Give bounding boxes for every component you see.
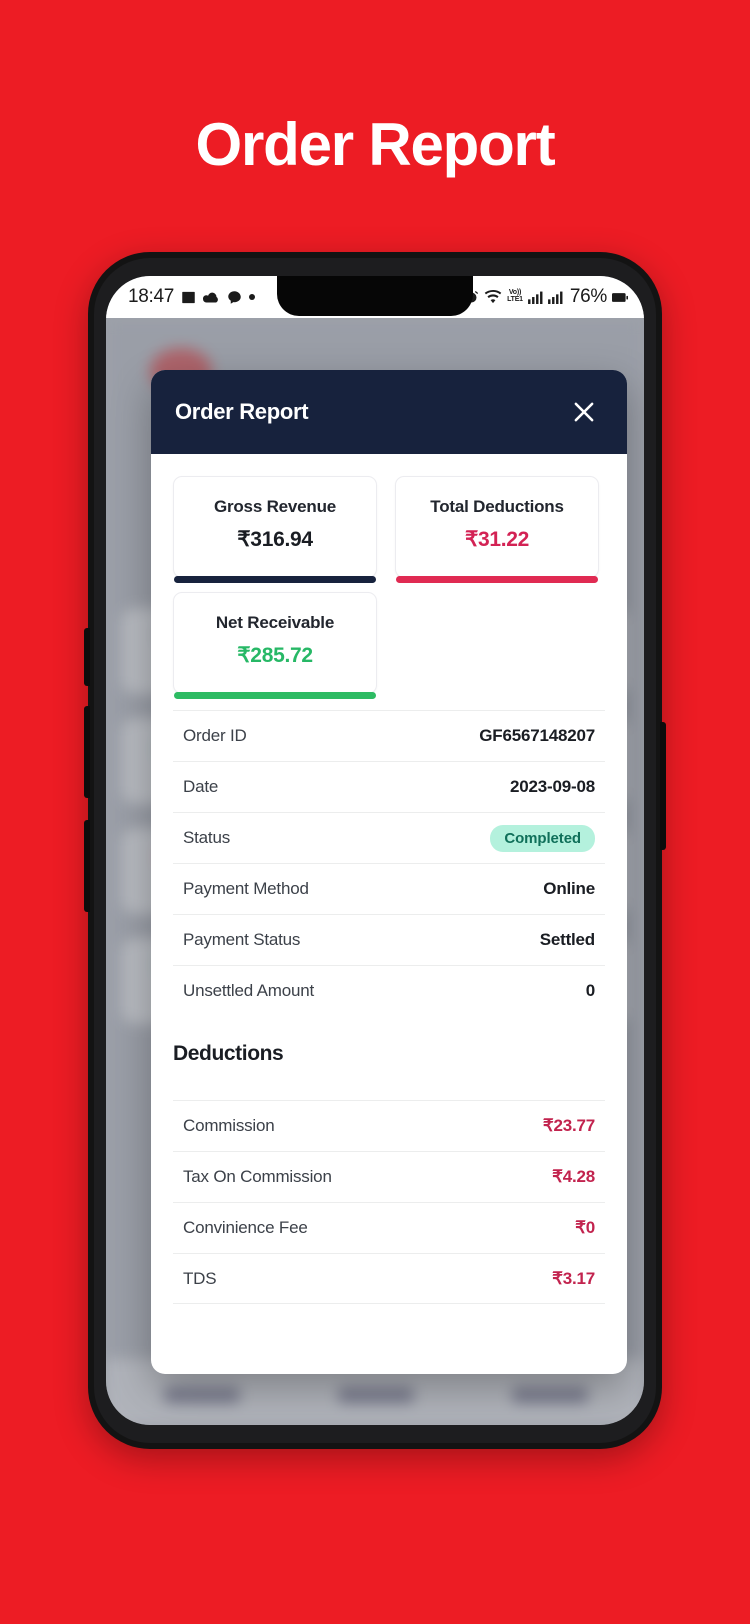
status-bar-right: Vo)) LTE1 76%	[464, 286, 628, 308]
detail-row-status: Status Completed	[173, 812, 605, 863]
summary-card-label: Gross Revenue	[213, 497, 337, 516]
detail-row-value: Online	[543, 879, 595, 898]
deduction-row-value: ₹0	[575, 1218, 595, 1237]
detail-row-unsettled-amount: Unsettled Amount 0	[173, 965, 605, 1016]
battery-icon	[612, 292, 628, 303]
deduction-row-tax-on-commission: Tax On Commission ₹4.28	[173, 1151, 605, 1202]
summary-cards: Gross Revenue ₹316.94 Total Deductions ₹…	[173, 476, 605, 699]
phone-side-button-mute[interactable]	[84, 628, 90, 686]
summary-card-accent-bar	[396, 576, 598, 583]
summary-card-label: Net Receivable	[215, 613, 335, 632]
detail-row-label: Order ID	[183, 726, 247, 745]
detail-row-label: Status	[183, 828, 230, 847]
summary-card-gross-revenue: Gross Revenue ₹316.94	[173, 476, 377, 583]
summary-card-accent-bar	[174, 576, 376, 583]
dot-icon	[249, 294, 256, 300]
deduction-row-label: Tax On Commission	[183, 1167, 332, 1186]
order-details-list: Order ID GF6567148207 Date 2023-09-08 St…	[173, 710, 605, 1016]
close-icon[interactable]	[567, 395, 601, 429]
phone-side-button-volume-down[interactable]	[84, 820, 90, 912]
chat-bubble-icon	[227, 290, 242, 305]
battery-percent-label: 76%	[569, 286, 607, 307]
wifi-icon	[484, 289, 502, 305]
deduction-row-value: ₹3.17	[552, 1268, 595, 1288]
volte-indicator: Vo)) LTE1	[507, 290, 523, 303]
image-icon	[181, 290, 196, 305]
summary-card-total-deductions: Total Deductions ₹31.22	[395, 476, 599, 583]
order-report-modal: Order Report Gross Revenue ₹316.94 Total…	[151, 370, 627, 1374]
cloud-icon	[203, 291, 220, 304]
summary-card-value: ₹285.72	[237, 644, 313, 667]
detail-row-value: 0	[585, 981, 595, 1000]
detail-row-label: Date	[183, 777, 219, 796]
detail-row-label: Unsettled Amount	[183, 981, 314, 1000]
deduction-row-label: Convinience Fee	[183, 1218, 308, 1237]
background-nav-item	[338, 1387, 414, 1403]
deduction-row-convinience-fee: Convinience Fee ₹0	[173, 1202, 605, 1253]
status-bar-left: 18:47	[128, 286, 256, 308]
phone-side-button-volume-up[interactable]	[84, 706, 90, 798]
detail-row-value: 2023-09-08	[510, 777, 595, 796]
detail-row-payment-status: Payment Status Settled	[173, 914, 605, 965]
signal-bars-icon-2	[547, 291, 563, 304]
status-bar: 18:47 Vo)) LTE1 76%	[106, 276, 644, 318]
phone-screen: 18:47 Vo)) LTE1 76% Order Report Gross R…	[106, 276, 644, 1425]
modal-title: Order Report	[175, 399, 309, 424]
detail-row-value: Settled	[539, 930, 595, 949]
deductions-heading: Deductions	[173, 1042, 284, 1065]
volte-bottom-label: LTE1	[507, 296, 523, 303]
summary-card-net-receivable: Net Receivable ₹285.72	[173, 592, 377, 699]
deduction-row-value: ₹23.77	[542, 1116, 595, 1135]
summary-card-spacer	[395, 592, 599, 694]
deduction-row-label: Commission	[183, 1116, 275, 1135]
summary-card-value: ₹316.94	[237, 528, 313, 551]
status-bar-clock: 18:47	[128, 286, 175, 307]
detail-row-order-id: Order ID GF6567148207	[173, 710, 605, 761]
deduction-row-label: TDS	[183, 1268, 217, 1288]
background-nav-item	[164, 1387, 240, 1403]
summary-card-accent-bar	[174, 692, 376, 699]
deductions-list: Commission ₹23.77 Tax On Commission ₹4.2…	[173, 1100, 605, 1304]
deduction-row-commission: Commission ₹23.77	[173, 1100, 605, 1151]
summary-card-value: ₹31.22	[464, 528, 530, 551]
status-badge: Completed	[490, 824, 595, 852]
summary-card-label: Total Deductions	[430, 497, 564, 516]
detail-row-label: Payment Method	[183, 879, 309, 898]
detail-row-payment-method: Payment Method Online	[173, 863, 605, 914]
modal-body: Gross Revenue ₹316.94 Total Deductions ₹…	[151, 454, 627, 1374]
deduction-row-tds: TDS ₹3.17	[173, 1253, 605, 1304]
phone-frame: 18:47 Vo)) LTE1 76% Order Report Gross R…	[84, 252, 666, 1449]
phone-side-button-power[interactable]	[660, 722, 666, 850]
deduction-row-value: ₹4.28	[552, 1167, 595, 1186]
background-nav-item	[512, 1387, 588, 1403]
detail-row-date: Date 2023-09-08	[173, 761, 605, 812]
detail-row-label: Payment Status	[183, 930, 301, 949]
signal-bars-icon	[527, 291, 543, 304]
phone-notch	[277, 276, 473, 316]
detail-row-value: GF6567148207	[479, 726, 595, 745]
modal-header: Order Report	[151, 370, 627, 454]
page-title: Order Report	[195, 111, 556, 178]
